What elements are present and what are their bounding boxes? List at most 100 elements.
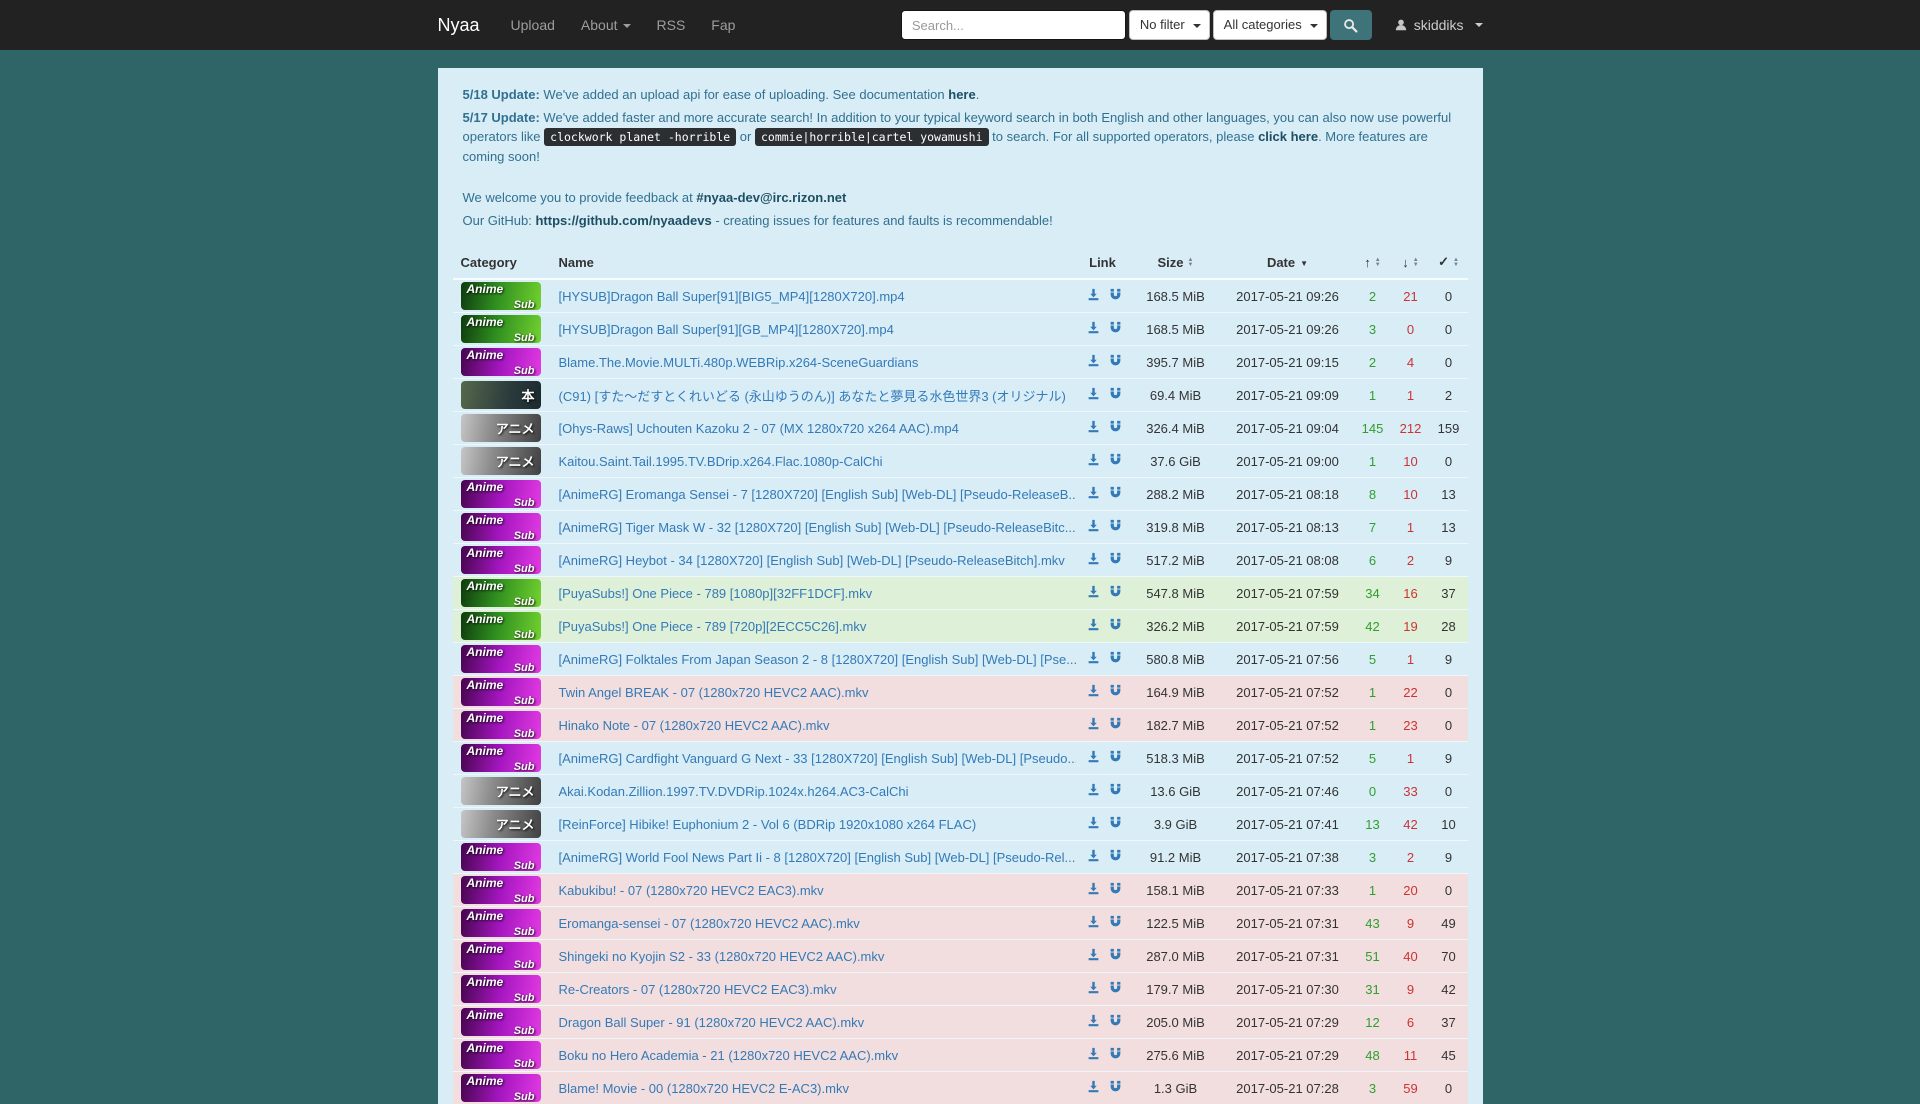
magnet-icon[interactable] xyxy=(1109,354,1122,370)
magnet-icon[interactable] xyxy=(1109,915,1122,931)
torrent-link[interactable]: [AnimeRG] Folktales From Japan Season 2 … xyxy=(559,652,1076,667)
category-icon[interactable]: Anime Sub xyxy=(461,942,541,970)
torrent-link[interactable]: Twin Angel BREAK - 07 (1280x720 HEVC2 AA… xyxy=(559,685,869,700)
magnet-icon[interactable] xyxy=(1109,1080,1122,1096)
download-icon[interactable] xyxy=(1087,288,1100,304)
magnet-icon[interactable] xyxy=(1109,321,1122,337)
torrent-link[interactable]: [AnimeRG] Heybot - 34 [1280X720] [Englis… xyxy=(559,553,1065,568)
torrent-link[interactable]: Kaitou.Saint.Tail.1995.TV.BDrip.x264.Fla… xyxy=(559,454,883,469)
torrent-link[interactable]: [Ohys-Raws] Uchouten Kazoku 2 - 07 (MX 1… xyxy=(559,421,959,436)
download-icon[interactable] xyxy=(1087,387,1100,403)
col-header-category[interactable]: Category xyxy=(453,246,551,279)
torrent-link[interactable]: Boku no Hero Academia - 21 (1280x720 HEV… xyxy=(559,1048,899,1063)
torrent-link[interactable]: Blame.The.Movie.MULTi.480p.WEBRip.x264-S… xyxy=(559,355,919,370)
announcement-link[interactable]: https://github.com/nyaadevs xyxy=(535,213,711,228)
torrent-link[interactable]: Dragon Ball Super - 91 (1280x720 HEVC2 A… xyxy=(559,1015,865,1030)
magnet-icon[interactable] xyxy=(1109,684,1122,700)
category-icon[interactable]: Anime Sub xyxy=(461,645,541,673)
category-select[interactable]: All categories xyxy=(1213,10,1327,40)
magnet-icon[interactable] xyxy=(1109,618,1122,634)
category-icon[interactable]: アニメ xyxy=(461,810,541,838)
magnet-icon[interactable] xyxy=(1109,288,1122,304)
download-icon[interactable] xyxy=(1087,585,1100,601)
magnet-icon[interactable] xyxy=(1109,882,1122,898)
category-icon[interactable]: Anime Sub xyxy=(461,975,541,1003)
magnet-icon[interactable] xyxy=(1109,816,1122,832)
category-icon[interactable]: Anime Sub xyxy=(461,1008,541,1036)
col-header-leechers[interactable]: ↓▲▼ xyxy=(1392,246,1430,279)
download-icon[interactable] xyxy=(1087,783,1100,799)
category-icon[interactable]: Anime Sub xyxy=(461,480,541,508)
category-icon[interactable]: アニメ xyxy=(461,447,541,475)
announcement-link[interactable]: click here xyxy=(1258,129,1318,144)
download-icon[interactable] xyxy=(1087,915,1100,931)
torrent-link[interactable]: Hinako Note - 07 (1280x720 HEVC2 AAC).mk… xyxy=(559,718,830,733)
category-icon[interactable]: Anime Sub xyxy=(461,315,541,343)
torrent-link[interactable]: Blame! Movie - 00 (1280x720 HEVC2 E-AC3)… xyxy=(559,1081,849,1096)
torrent-link[interactable]: [ReinForce] Hibike! Euphonium 2 - Vol 6 … xyxy=(559,817,977,832)
torrent-link[interactable]: Shingeki no Kyojin S2 - 33 (1280x720 HEV… xyxy=(559,949,885,964)
torrent-link[interactable]: Eromanga-sensei - 07 (1280x720 HEVC2 AAC… xyxy=(559,916,860,931)
category-icon[interactable]: Anime Sub xyxy=(461,678,541,706)
category-icon[interactable]: Anime Sub xyxy=(461,612,541,640)
category-icon[interactable]: Anime Sub xyxy=(461,1041,541,1069)
category-icon[interactable]: Anime Sub xyxy=(461,909,541,937)
download-icon[interactable] xyxy=(1087,420,1100,436)
download-icon[interactable] xyxy=(1087,1080,1100,1096)
download-icon[interactable] xyxy=(1087,750,1100,766)
magnet-icon[interactable] xyxy=(1109,519,1122,535)
download-icon[interactable] xyxy=(1087,453,1100,469)
category-icon[interactable]: Anime Sub xyxy=(461,282,541,310)
announcement-link[interactable]: here xyxy=(948,87,975,102)
category-icon[interactable]: Anime Sub xyxy=(461,579,541,607)
category-icon[interactable]: 本 xyxy=(461,381,541,409)
torrent-link[interactable]: Kabukibu! - 07 (1280x720 HEVC2 EAC3).mkv xyxy=(559,883,824,898)
torrent-link[interactable]: [AnimeRG] Eromanga Sensei - 7 [1280X720]… xyxy=(559,487,1076,502)
download-icon[interactable] xyxy=(1087,552,1100,568)
download-icon[interactable] xyxy=(1087,882,1100,898)
download-icon[interactable] xyxy=(1087,651,1100,667)
col-header-seeders[interactable]: ↑▲▼ xyxy=(1354,246,1392,279)
download-icon[interactable] xyxy=(1087,618,1100,634)
download-icon[interactable] xyxy=(1087,1047,1100,1063)
nav-link-about[interactable]: About xyxy=(568,0,644,50)
category-icon[interactable]: アニメ xyxy=(461,414,541,442)
torrent-link[interactable]: Akai.Kodan.Zillion.1997.TV.DVDRip.1024x.… xyxy=(559,784,909,799)
magnet-icon[interactable] xyxy=(1109,453,1122,469)
category-icon[interactable]: Anime Sub xyxy=(461,546,541,574)
magnet-icon[interactable] xyxy=(1109,783,1122,799)
download-icon[interactable] xyxy=(1087,981,1100,997)
category-icon[interactable]: Anime Sub xyxy=(461,348,541,376)
download-icon[interactable] xyxy=(1087,519,1100,535)
magnet-icon[interactable] xyxy=(1109,486,1122,502)
download-icon[interactable] xyxy=(1087,321,1100,337)
magnet-icon[interactable] xyxy=(1109,651,1122,667)
search-button[interactable] xyxy=(1330,10,1372,40)
category-icon[interactable]: Anime Sub xyxy=(461,876,541,904)
magnet-icon[interactable] xyxy=(1109,387,1122,403)
torrent-link[interactable]: [PuyaSubs!] One Piece - 789 [720p][2ECC5… xyxy=(559,619,867,634)
magnet-icon[interactable] xyxy=(1109,750,1122,766)
torrent-link[interactable]: Re-Creators - 07 (1280x720 HEVC2 EAC3).m… xyxy=(559,982,837,997)
download-icon[interactable] xyxy=(1087,717,1100,733)
user-menu[interactable]: skiddiks xyxy=(1394,17,1483,33)
download-icon[interactable] xyxy=(1087,948,1100,964)
search-input[interactable] xyxy=(901,10,1126,40)
torrent-link[interactable]: [HYSUB]Dragon Ball Super[91][BIG5_MP4][1… xyxy=(559,289,905,304)
magnet-icon[interactable] xyxy=(1109,717,1122,733)
nav-link-rss[interactable]: RSS xyxy=(644,0,699,50)
download-icon[interactable] xyxy=(1087,1014,1100,1030)
category-icon[interactable]: Anime Sub xyxy=(461,1074,541,1102)
magnet-icon[interactable] xyxy=(1109,981,1122,997)
torrent-link[interactable]: (C91) [すた〜だすとくれいどる (永山ゆうのん)] あなたと夢見る水色世界… xyxy=(559,389,1066,404)
category-icon[interactable]: Anime Sub xyxy=(461,744,541,772)
download-icon[interactable] xyxy=(1087,684,1100,700)
category-icon[interactable]: Anime Sub xyxy=(461,711,541,739)
torrent-link[interactable]: [AnimeRG] World Fool News Part Ii - 8 [1… xyxy=(559,850,1076,865)
magnet-icon[interactable] xyxy=(1109,1047,1122,1063)
nav-link-upload[interactable]: Upload xyxy=(498,0,568,50)
category-icon[interactable]: アニメ xyxy=(461,777,541,805)
filter-select[interactable]: No filter xyxy=(1129,10,1210,40)
magnet-icon[interactable] xyxy=(1109,849,1122,865)
torrent-link[interactable]: [HYSUB]Dragon Ball Super[91][GB_MP4][128… xyxy=(559,322,894,337)
